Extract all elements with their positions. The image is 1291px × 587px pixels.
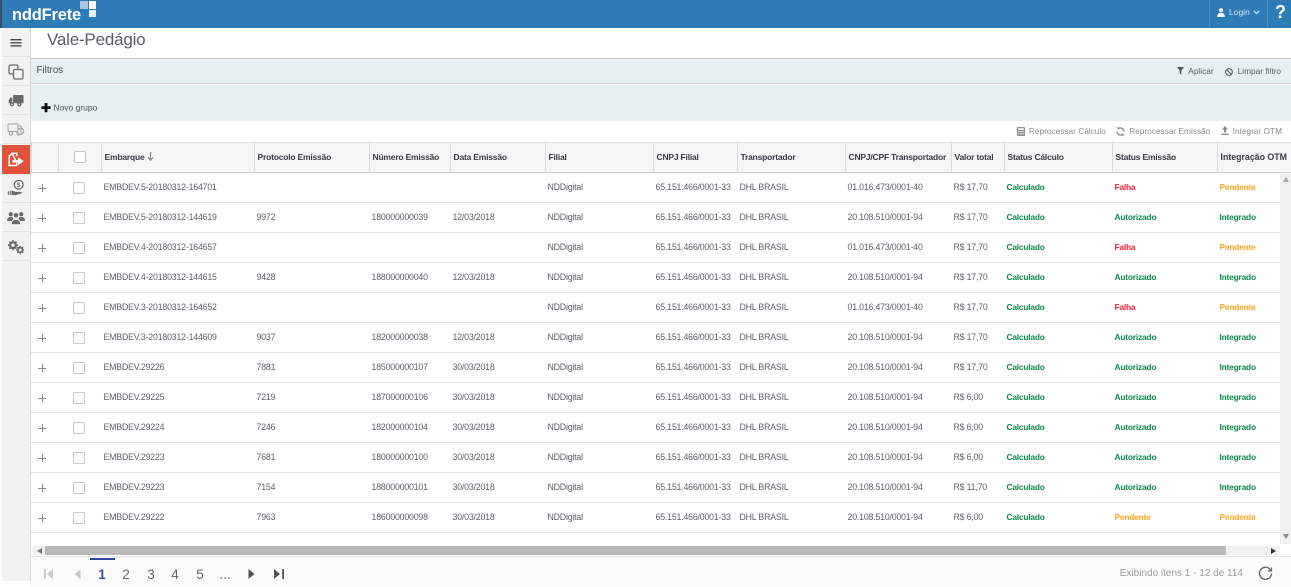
svg-text:$: $ xyxy=(17,182,21,189)
